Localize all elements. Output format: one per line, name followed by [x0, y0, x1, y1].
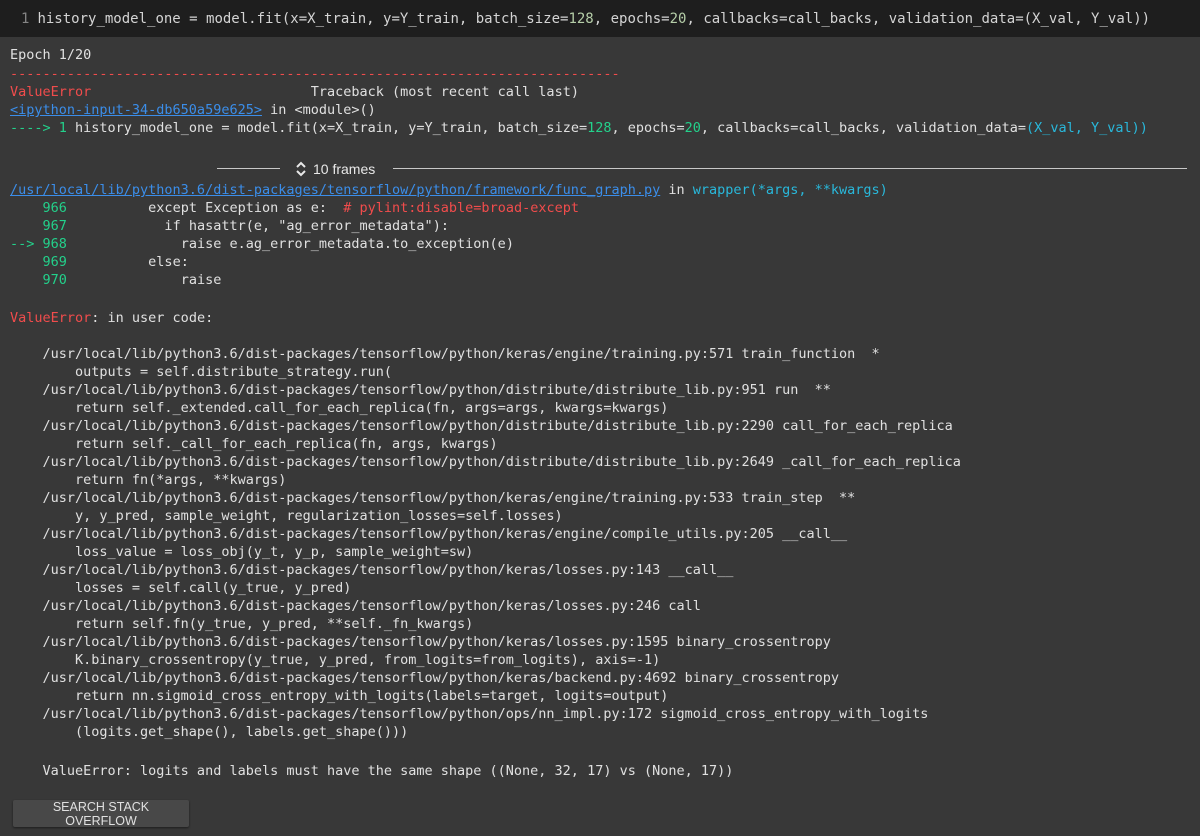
stack-trace-line: K.binary_crossentropy(y_true, y_pred, fr…	[10, 652, 661, 668]
traceback-rule: ----------------------------------------…	[10, 66, 620, 82]
final-error-message: ValueError: logits and labels must have …	[10, 763, 734, 779]
traceback-header-line: ValueError Traceback (most recent call l…	[10, 83, 579, 101]
frames-label: 10 frames	[313, 161, 376, 177]
epoch-progress: Epoch 1/20	[10, 47, 92, 63]
divider-line-left	[217, 168, 280, 169]
source-line-968: --> 968 raise e.ag_error_metadata.to_exc…	[10, 236, 514, 252]
code-cell-input[interactable]: 1 history_model_one = model.fit(x=X_trai…	[0, 0, 1200, 37]
stack-trace-line: /usr/local/lib/python3.6/dist-packages/t…	[10, 598, 701, 614]
divider-line-right	[393, 168, 1187, 169]
stack-trace-line: /usr/local/lib/python3.6/dist-packages/t…	[10, 418, 953, 434]
stack-trace-line: return nn.sigmoid_cross_entropy_with_log…	[10, 688, 669, 704]
traceback-title: Traceback (most recent call last)	[310, 84, 579, 100]
stack-trace-line: losses = self.call(y_true, y_pred)	[10, 580, 352, 596]
stack-trace-line: /usr/local/lib/python3.6/dist-packages/t…	[10, 562, 734, 578]
module-line: <ipython-input-34-db650a59e625> in <modu…	[10, 102, 376, 118]
frames-divider: 10 frames	[0, 159, 1200, 179]
frame-file-line: /usr/local/lib/python3.6/dist-packages/t…	[10, 182, 888, 198]
stack-trace-line: y, y_pred, sample_weight, regularization…	[10, 508, 563, 524]
error-type: ValueError	[10, 84, 92, 100]
source-line-967: 967 if hasattr(e, "ag_error_metadata"):	[10, 218, 449, 234]
stack-trace-line: (logits.get_shape(), labels.get_shape())…	[10, 724, 409, 740]
stack-trace-line: outputs = self.distribute_strategy.run(	[10, 364, 393, 380]
stack-trace-line: /usr/local/lib/python3.6/dist-packages/t…	[10, 382, 831, 398]
arrow-code-line: ----> 1 history_model_one = model.fit(x=…	[10, 120, 1148, 136]
source-line-966: 966 except Exception as e: # pylint:disa…	[10, 200, 579, 216]
stack-trace-line: /usr/local/lib/python3.6/dist-packages/t…	[10, 706, 929, 722]
search-stack-overflow-button[interactable]: SEARCH STACK OVERFLOW	[13, 800, 189, 828]
stack-trace-line: loss_value = loss_obj(y_t, y_p, sample_w…	[10, 544, 474, 560]
stack-trace-line: /usr/local/lib/python3.6/dist-packages/t…	[10, 526, 848, 542]
stack-trace-line: /usr/local/lib/python3.6/dist-packages/t…	[10, 454, 961, 470]
func-graph-file-link[interactable]: /usr/local/lib/python3.6/dist-packages/t…	[10, 182, 660, 198]
code-line[interactable]: history_model_one = model.fit(x=X_train,…	[37, 11, 1150, 27]
stack-trace-line: /usr/local/lib/python3.6/dist-packages/t…	[10, 346, 880, 362]
source-line-970: 970 raise	[10, 272, 222, 288]
stack-trace-line: return fn(*args, **kwargs)	[10, 472, 287, 488]
ipython-input-link[interactable]: <ipython-input-34-db650a59e625>	[10, 102, 262, 118]
line-number: 1	[21, 10, 30, 27]
stack-trace-line: /usr/local/lib/python3.6/dist-packages/t…	[10, 490, 856, 506]
user-code-error: ValueError: in user code:	[10, 310, 214, 326]
source-line-969: 969 else:	[10, 254, 189, 270]
stack-trace-line: /usr/local/lib/python3.6/dist-packages/t…	[10, 670, 840, 686]
stack-trace-line: return self._extended.call_for_each_repl…	[10, 400, 669, 416]
stack-trace-line: /usr/local/lib/python3.6/dist-packages/t…	[10, 634, 831, 650]
stack-trace-line: return self._call_for_each_replica(fn, a…	[10, 436, 498, 452]
frames-toggle[interactable]: 10 frames	[295, 159, 375, 179]
stack-trace-line: return self.fn(y_true, y_pred, **self._f…	[10, 616, 474, 632]
unfold-more-icon	[296, 161, 306, 177]
